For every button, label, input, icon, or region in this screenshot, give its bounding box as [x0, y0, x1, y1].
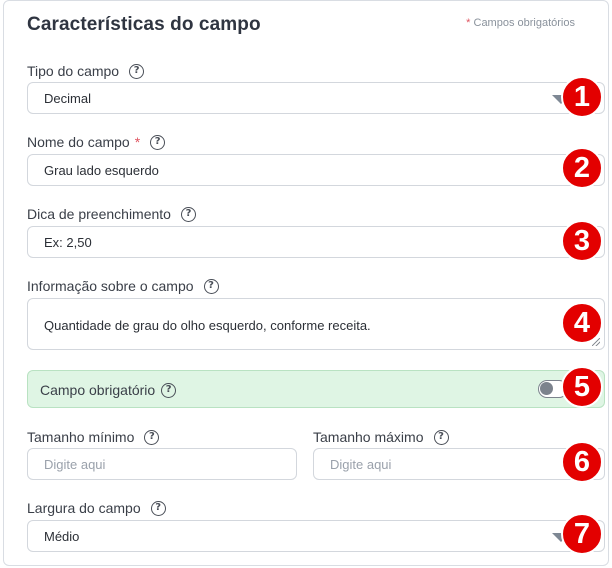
field-type-label: Tipo do campo ? — [27, 62, 145, 80]
field-width-label-text: Largura do campo — [27, 500, 141, 516]
panel-title: Características do campo — [27, 14, 261, 35]
required-field-label-text: Campo obrigatório — [40, 382, 156, 398]
max-size-label-text: Tamanho máximo — [313, 429, 424, 445]
fill-hint-value: Ex: 2,50 — [44, 234, 92, 250]
field-info-value: Quantidade de grau do olho esquerdo, con… — [44, 318, 371, 333]
help-icon[interactable]: ? — [150, 500, 166, 516]
help-icon[interactable]: ? — [203, 278, 219, 294]
min-size-label-text: Tamanho mínimo — [27, 429, 135, 445]
field-name-label-text: Nome do campo — [27, 134, 130, 150]
field-type-select[interactable]: Decimal — [27, 82, 605, 114]
min-size-label: Tamanho mínimo ? — [27, 428, 160, 446]
field-info-label: Informação sobre o campo ? — [27, 277, 219, 295]
field-characteristics-panel: Características do campo * Campos obriga… — [3, 0, 609, 566]
required-fields-note: * Campos obrigatórios — [466, 17, 575, 29]
required-note-text: Campos obrigatórios — [473, 17, 576, 29]
field-type-value: Decimal — [44, 90, 91, 106]
callout-badge-3: 3 — [561, 220, 603, 262]
help-icon[interactable]: ? — [161, 382, 177, 398]
min-size-input[interactable]: Digite aqui — [27, 448, 297, 480]
field-width-value: Médio — [44, 528, 80, 544]
help-icon[interactable]: ? — [433, 429, 449, 445]
field-info-label-text: Informação sobre o campo — [27, 278, 194, 294]
field-info-textarea[interactable]: Quantidade de grau do olho esquerdo, con… — [27, 298, 605, 350]
help-icon[interactable]: ? — [129, 63, 145, 79]
fill-hint-label: Dica de preenchimento ? — [27, 205, 196, 223]
callout-badge-4: 4 — [561, 302, 603, 344]
max-size-label: Tamanho máximo ? — [313, 428, 449, 446]
min-size-placeholder: Digite aqui — [44, 456, 106, 472]
fill-hint-input[interactable]: Ex: 2,50 — [27, 226, 605, 258]
callout-badge-7: 7 — [561, 513, 603, 555]
callout-badge-2: 2 — [561, 147, 603, 189]
help-icon[interactable]: ? — [180, 206, 196, 222]
required-star: * — [134, 134, 141, 150]
required-star: * — [466, 17, 471, 29]
help-icon[interactable]: ? — [150, 134, 166, 150]
field-name-input[interactable]: Grau lado esquerdo — [27, 154, 605, 186]
toggle-knob — [540, 382, 553, 395]
callout-badge-5: 5 — [561, 366, 603, 408]
help-icon[interactable]: ? — [144, 429, 160, 445]
field-name-value: Grau lado esquerdo — [44, 162, 159, 178]
required-field-row: Campo obrigatório ? — [27, 370, 605, 408]
max-size-placeholder: Digite aqui — [330, 456, 392, 472]
fill-hint-label-text: Dica de preenchimento — [27, 206, 171, 222]
field-width-label: Largura do campo ? — [27, 499, 166, 517]
required-field-label: Campo obrigatório ? — [40, 381, 177, 399]
callout-badge-1: 1 — [561, 76, 603, 118]
field-type-label-text: Tipo do campo — [27, 63, 120, 79]
field-width-select[interactable]: Médio — [27, 520, 605, 552]
field-name-label: Nome do campo * ? — [27, 133, 166, 151]
callout-badge-6: 6 — [561, 441, 603, 483]
